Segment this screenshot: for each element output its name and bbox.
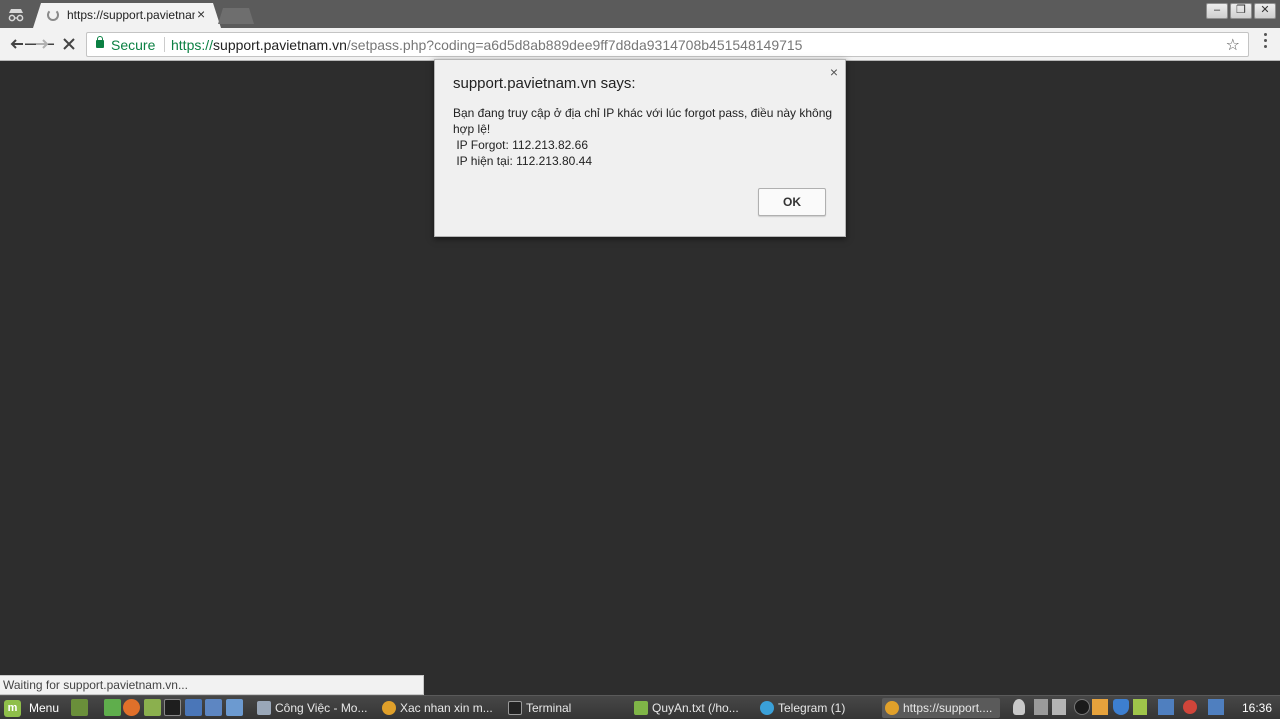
browser-menu-icon[interactable] (1264, 33, 1268, 51)
clock[interactable]: 16:36 (1242, 701, 1272, 715)
dialog-title: support.pavietnam.vn says: (453, 75, 636, 92)
shield-icon[interactable] (1113, 699, 1129, 715)
network-icon[interactable] (185, 699, 202, 716)
close-window-button[interactable]: ✕ (1254, 3, 1276, 19)
text-editor-icon (634, 701, 648, 715)
folder-sync-icon (257, 701, 271, 715)
dialog-close-icon[interactable]: × (830, 64, 838, 80)
chrome-icon (885, 701, 899, 715)
taskbar: m Menu Công Việc - Mo... Xac nhan xin m.… (0, 695, 1280, 719)
firefox-icon[interactable] (123, 699, 140, 716)
dialog-ip-current: IP hiện tại: 112.213.80.44 (453, 154, 593, 168)
url-scheme: https:// (171, 37, 214, 53)
minimize-button[interactable]: – (1206, 3, 1228, 19)
dialog-ip-forgot: IP Forgot: 112.213.82.66 (453, 138, 588, 152)
taskbar-window-label: Terminal (526, 701, 572, 715)
remote-desktop-icon[interactable] (226, 699, 243, 716)
browser-tab[interactable]: https://support.pavietnam.vn/setpass.php… (33, 3, 221, 28)
lock-icon (96, 36, 104, 48)
forward-arrow-icon[interactable] (34, 36, 50, 52)
mint-logo-icon: m (4, 699, 21, 717)
start-menu-button[interactable]: m Menu (4, 699, 59, 717)
taskbar-window-item[interactable]: QuyAn.txt (/ho... (631, 698, 749, 718)
start-menu-label: Menu (29, 701, 60, 715)
dialog-message-line: Bạn đang truy cập ở địa chỉ IP khác với … (453, 106, 833, 136)
taskbar-window-item[interactable]: Xac nhan xin m... (379, 698, 497, 718)
browser-toolbar: 🡐 Secure https://support.pavietnam.vn/se… (0, 28, 1280, 61)
new-tab-button[interactable] (218, 8, 254, 24)
tab-close-icon[interactable]: × (197, 6, 205, 22)
stop-loading-icon[interactable] (62, 37, 76, 51)
bookmark-star-icon[interactable]: ☆ (1226, 35, 1240, 55)
taskbar-window-label: Telegram (1) (778, 701, 846, 715)
window-controls: – ❐ ✕ (1206, 3, 1276, 19)
taskbar-window-label: https://support.... (903, 701, 993, 715)
secure-label: Secure (111, 37, 156, 53)
network-tray-icon[interactable] (1034, 699, 1048, 715)
telegram-icon (760, 701, 774, 715)
tab-title: https://support.pavietnam.vn/setpass.php… (67, 8, 195, 22)
tab-strip: https://support.pavietnam.vn/setpass.php… (0, 0, 1280, 28)
url-text[interactable]: https://support.pavietnam.vn/setpass.php… (171, 37, 802, 53)
notification-icon[interactable] (1183, 700, 1197, 714)
chrome-icon (382, 701, 396, 715)
screen-icon[interactable] (1158, 699, 1174, 715)
system-monitor-icon[interactable] (205, 699, 222, 716)
address-bar[interactable]: Secure https://support.pavietnam.vn/setp… (86, 32, 1249, 57)
show-desktop-icon[interactable] (71, 699, 88, 716)
url-host: support.pavietnam.vn (213, 37, 347, 53)
taskbar-window-item[interactable]: Công Việc - Mo... (254, 698, 372, 718)
alert-dialog: × support.pavietnam.vn says: Bạn đang tr… (434, 59, 846, 237)
url-path: /setpass.php?coding=a6d5d8ab889dee9ff7d8… (346, 37, 803, 53)
status-bubble: Waiting for support.pavietnam.vn... (0, 675, 424, 695)
taskbar-window-label: Xac nhan xin m... (400, 701, 493, 715)
omnibox-divider (164, 37, 165, 52)
taskbar-window-label: Công Việc - Mo... (275, 701, 368, 715)
update-icon[interactable] (1092, 699, 1108, 715)
volume-icon[interactable] (1052, 699, 1066, 715)
file-manager-icon[interactable] (144, 699, 161, 716)
calculator-icon[interactable] (104, 699, 121, 716)
restore-button[interactable]: ❐ (1230, 3, 1252, 19)
ok-button[interactable]: OK (758, 188, 826, 216)
user-icon[interactable] (1013, 699, 1025, 715)
loading-spinner-icon (47, 9, 59, 21)
share-icon[interactable] (1133, 699, 1147, 715)
taskbar-window-label: QuyAn.txt (/ho... (652, 701, 739, 715)
taskbar-window-item[interactable]: Terminal (505, 698, 623, 718)
terminal-icon (508, 701, 522, 715)
display-icon[interactable] (1208, 699, 1224, 715)
terminal-launcher-icon[interactable] (164, 699, 181, 716)
taskbar-window-item[interactable]: Telegram (1) (757, 698, 875, 718)
incognito-icon (8, 9, 24, 22)
dialog-message: Bạn đang truy cập ở địa chỉ IP khác với … (453, 105, 833, 169)
back-button[interactable] (9, 36, 25, 52)
steam-icon[interactable] (1074, 699, 1090, 715)
taskbar-window-item-active[interactable]: https://support.... (882, 698, 1000, 718)
